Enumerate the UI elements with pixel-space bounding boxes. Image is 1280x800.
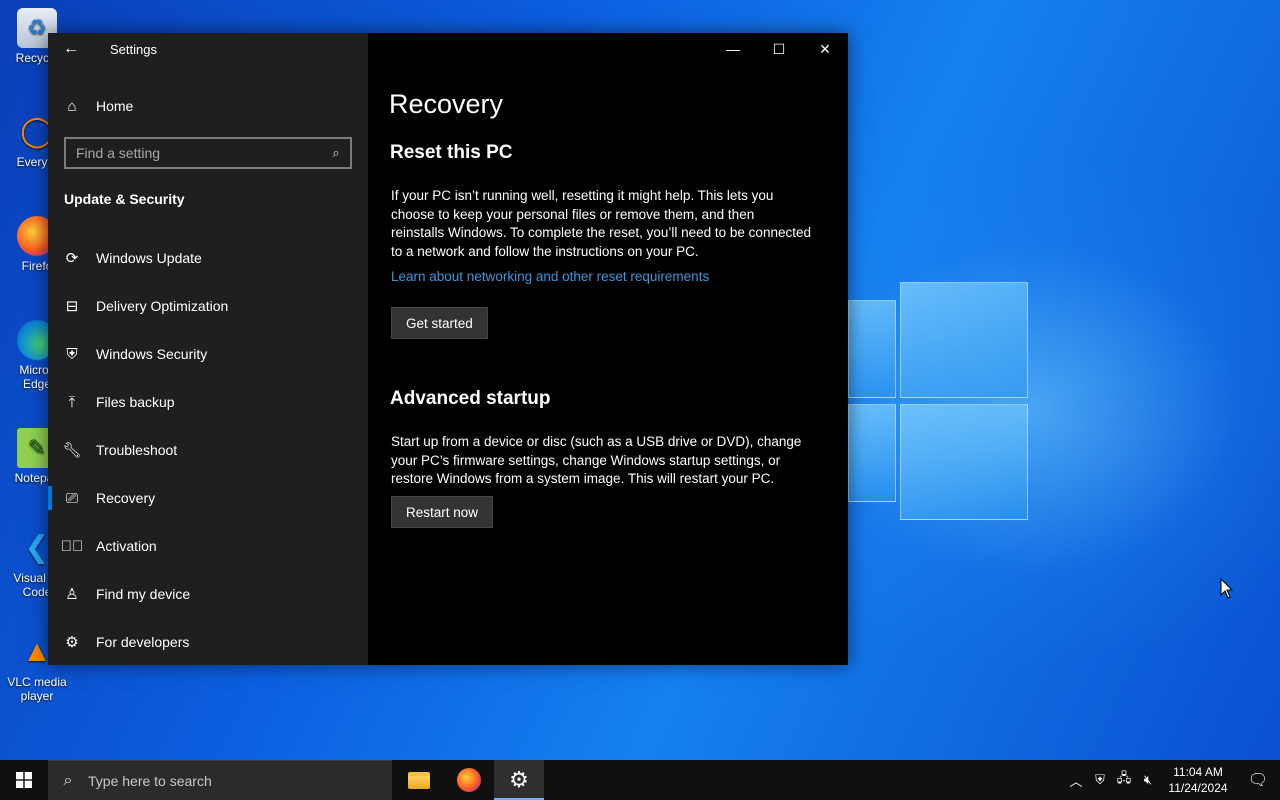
- sidebar-item-troubleshoot[interactable]: 🔧︎ Troubleshoot: [48, 426, 368, 474]
- reset-heading: Reset this PC: [390, 142, 513, 163]
- firefox-icon: [457, 768, 481, 792]
- clock-date: 11/24/2024: [1168, 781, 1228, 795]
- content-pane: — ☐ ✕ Recovery Reset this PC If your PC …: [368, 33, 848, 665]
- sidebar-item-label: Windows Security: [96, 346, 208, 362]
- sidebar-item-files-backup[interactable]: ⤒ Files backup: [48, 378, 368, 426]
- search-icon: ⌕: [63, 771, 73, 789]
- delivery-optimization-icon: ⊟: [65, 298, 79, 315]
- taskbar-settings[interactable]: ⚙: [494, 760, 544, 800]
- sidebar-item-delivery-optimization[interactable]: ⊟ Delivery Optimization: [48, 282, 368, 330]
- mouse-cursor-icon: [1220, 578, 1234, 599]
- wrench-icon: 🔧︎: [62, 442, 82, 459]
- sidebar-item-label: Troubleshoot: [96, 442, 178, 458]
- back-arrow-icon: ←: [63, 40, 79, 57]
- file-explorer-icon: [408, 771, 430, 789]
- restart-now-button[interactable]: Restart now: [391, 496, 494, 528]
- sidebar-item-recovery[interactable]: ⎚ Recovery: [48, 474, 368, 522]
- sidebar-item-find-my-device[interactable]: ♙ Find my device: [48, 570, 368, 618]
- security-tray-icon[interactable]: ⛨: [1088, 772, 1112, 788]
- backup-upload-icon: ⤒: [68, 393, 76, 411]
- reset-requirements-link[interactable]: Learn about networking and other reset r…: [391, 269, 709, 284]
- sync-icon: ⟳: [65, 250, 79, 267]
- sidebar-item-label: Delivery Optimization: [96, 298, 229, 314]
- developer-icon: ⚙: [65, 634, 79, 651]
- network-icon[interactable]: 🖧︎: [1112, 769, 1136, 791]
- advanced-startup-description: Start up from a device or disc (such as …: [391, 434, 802, 486]
- minimize-icon: —: [726, 41, 740, 57]
- sidebar-item-label: Home: [96, 98, 134, 114]
- sidebar-item-label: Activation: [96, 538, 157, 554]
- find-setting-input[interactable]: [66, 145, 322, 161]
- taskbar-firefox[interactable]: [444, 760, 494, 800]
- check-circle-icon: ✓⃝: [60, 537, 84, 555]
- sidebar-item-home[interactable]: ⌂ Home: [48, 91, 368, 121]
- advanced-startup-heading: Advanced startup: [390, 388, 551, 409]
- page-title: Recovery: [389, 89, 504, 119]
- windows-start-icon: [16, 772, 32, 788]
- taskbar: ⌕ Type here to search ⚙ ︿ ⛨ 🖧︎ 🔇︎ 11:04 …: [0, 760, 1280, 800]
- reset-description: If your PC isn’t running well, resetting…: [391, 188, 811, 259]
- maximize-button[interactable]: ☐: [756, 33, 802, 65]
- search-icon[interactable]: ⌕: [322, 145, 350, 161]
- sidebar: ← Settings ⌂ Home ⌕ Update & Security ⟳ …: [48, 33, 368, 665]
- sidebar-item-activation[interactable]: ✓⃝ Activation: [48, 522, 368, 570]
- taskbar-search-placeholder: Type here to search: [88, 772, 212, 789]
- maximize-icon: ☐: [772, 40, 786, 57]
- notifications-icon[interactable]: 🗨︎: [1236, 770, 1280, 790]
- wallpaper-windows-logo: [848, 282, 1028, 520]
- taskbar-search-box[interactable]: ⌕ Type here to search: [48, 760, 392, 800]
- find-device-icon: ♙: [65, 586, 79, 603]
- close-button[interactable]: ✕: [802, 33, 848, 65]
- system-tray: ︿ ⛨ 🖧︎ 🔇︎ 11:04 AM 11/24/2024 🗨︎: [1064, 760, 1280, 800]
- sidebar-item-for-developers[interactable]: ⚙ For developers: [48, 618, 368, 666]
- home-icon: ⌂: [67, 97, 77, 115]
- clock-time: 11:04 AM: [1173, 765, 1223, 779]
- settings-window: ← Settings ⌂ Home ⌕ Update & Security ⟳ …: [48, 33, 848, 665]
- titlebar-left: ← Settings: [48, 33, 368, 65]
- minimize-button[interactable]: —: [710, 33, 756, 65]
- app-title: Settings: [110, 41, 157, 57]
- find-setting-search-box: ⌕: [64, 137, 352, 169]
- show-hidden-icons-chevron-icon[interactable]: ︿: [1064, 771, 1088, 790]
- sidebar-item-windows-update[interactable]: ⟳ Windows Update: [48, 234, 368, 282]
- recovery-icon: ⎚: [65, 489, 78, 507]
- taskbar-clock[interactable]: 11:04 AM 11/24/2024: [1160, 764, 1236, 796]
- taskbar-file-explorer[interactable]: [394, 760, 444, 800]
- sidebar-item-label: Find my device: [96, 586, 191, 602]
- sidebar-item-label: Recovery: [96, 490, 156, 506]
- start-button[interactable]: [0, 760, 48, 800]
- caption-buttons: — ☐ ✕: [710, 33, 848, 65]
- section-title: Update & Security: [64, 191, 185, 207]
- settings-gear-icon: ⚙: [509, 767, 529, 792]
- shield-icon: ⛨: [66, 345, 78, 363]
- sidebar-item-label: Windows Update: [96, 250, 202, 266]
- sidebar-item-label: For developers: [96, 634, 190, 650]
- desktop-icon-label: VLC media player: [7, 675, 67, 703]
- volume-muted-icon[interactable]: 🔇︎: [1136, 772, 1160, 788]
- sidebar-item-windows-security[interactable]: ⛨ Windows Security: [48, 330, 368, 378]
- get-started-button[interactable]: Get started: [391, 307, 488, 339]
- back-button[interactable]: ←: [48, 33, 94, 65]
- sidebar-item-label: Files backup: [96, 394, 175, 410]
- sidebar-nav-list: ⟳ Windows Update ⊟ Delivery Optimization…: [48, 234, 368, 666]
- close-icon: ✕: [819, 40, 831, 57]
